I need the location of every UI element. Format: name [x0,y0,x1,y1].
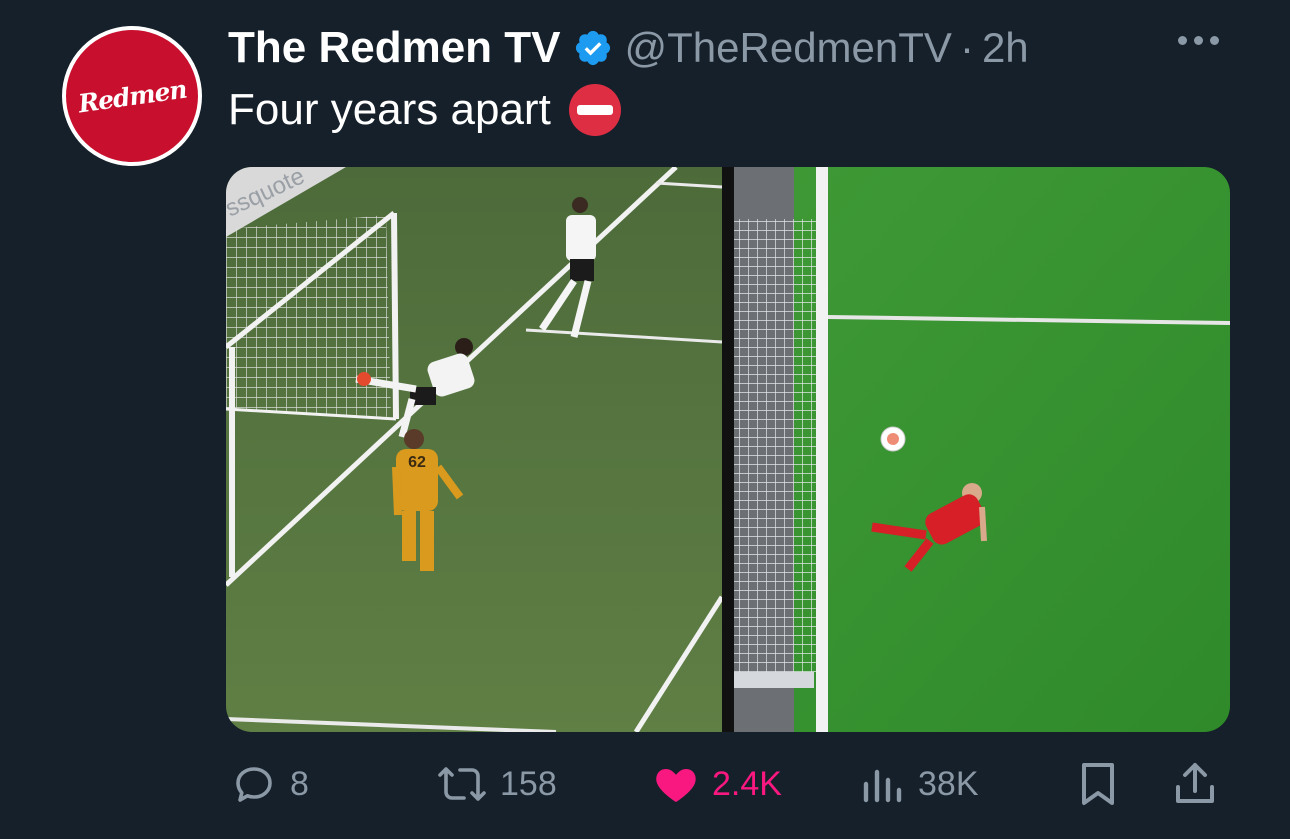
reply-button[interactable]: 8 [230,756,309,812]
share-icon [1172,759,1218,809]
verified-badge-icon[interactable] [573,28,613,68]
tweet-action-bar: 8 158 2.4K 38K [226,756,1226,812]
heart-icon [652,760,700,808]
no-entry-icon [568,84,621,136]
views-button[interactable]: 38K [860,756,979,812]
more-options-icon[interactable] [1178,36,1219,45]
tweet-text: Four years apart [228,84,621,136]
retweet-icon [436,760,488,808]
separator-dot: · [959,24,974,71]
author-display-name[interactable]: The Redmen TV [228,23,561,73]
reply-icon [230,760,278,808]
reply-count: 8 [290,764,309,803]
view-count: 38K [918,764,979,803]
tweet-header: The Redmen TV @TheRedmenTV · 2h [228,20,1029,76]
author-handle[interactable]: @TheRedmenTV [625,24,952,72]
right-match-image[interactable] [734,167,1230,732]
retweet-count: 158 [500,764,557,803]
avatar-logo-text: Redmen [76,74,188,118]
like-count: 2.4K [712,764,782,803]
retweet-button[interactable]: 158 [436,756,557,812]
left-match-image[interactable]: ssquote 62 [226,167,725,732]
like-button[interactable]: 2.4K [652,756,782,812]
goalkeeper-shirt-number: 62 [408,454,426,471]
share-button[interactable] [1172,756,1218,812]
tweet-body-text: Four years apart [228,85,551,134]
avatar[interactable]: Redmen [62,26,202,166]
bookmark-icon [1076,759,1120,809]
tweet-timestamp[interactable]: 2h [982,24,1029,72]
image-divider [722,167,734,732]
bookmark-button[interactable] [1076,756,1120,812]
analytics-icon [860,760,906,808]
tweet-media[interactable]: ssquote 62 [226,167,1230,732]
